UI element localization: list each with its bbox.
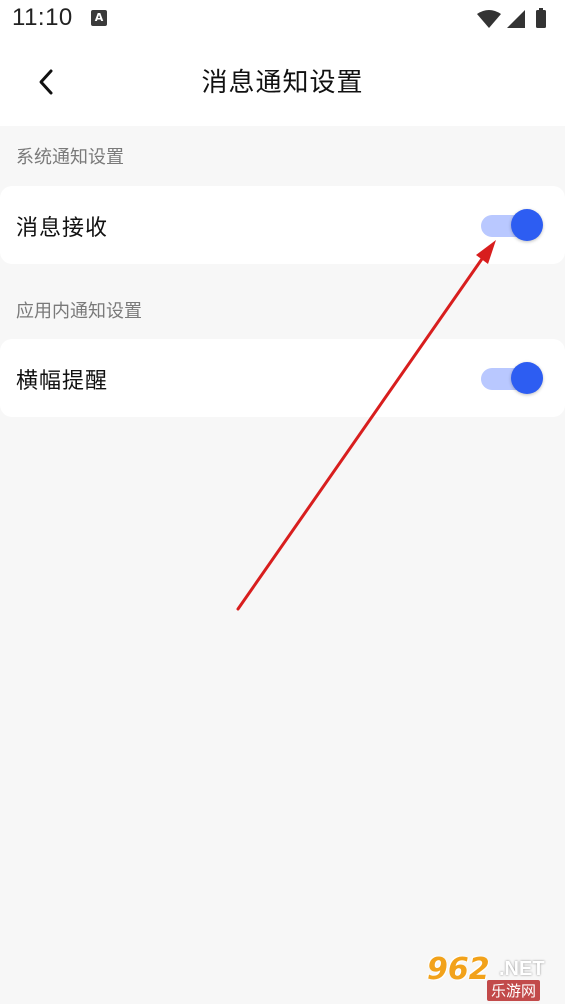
status-bar: 11:10 A	[0, 0, 565, 38]
signal-icon	[507, 10, 525, 28]
setting-row-banner-reminder: 横幅提醒	[0, 339, 565, 417]
banner-reminder-toggle[interactable]	[481, 361, 543, 395]
message-receive-toggle[interactable]	[481, 208, 543, 242]
setting-label: 横幅提醒	[16, 369, 109, 394]
watermark-sub: 乐游网	[487, 980, 541, 1001]
battery-icon	[536, 10, 546, 28]
setting-row-message-receive: 消息接收	[0, 186, 565, 264]
wifi-icon	[477, 10, 501, 28]
status-time: 11:10	[12, 4, 73, 31]
page-title: 消息通知设置	[201, 68, 364, 98]
watermark-suffix: .NET	[499, 958, 545, 980]
watermark-main: 962	[427, 952, 490, 987]
section-label-system: 系统通知设置	[16, 147, 124, 168]
setting-label: 消息接收	[16, 216, 109, 241]
notification-icon: A	[91, 10, 107, 26]
section-label-in-app: 应用内通知设置	[16, 301, 142, 322]
status-icons	[477, 8, 546, 28]
watermark-logo: 962 .NET 乐游网	[425, 952, 561, 1001]
toggle-thumb	[511, 209, 543, 241]
toggle-thumb	[511, 362, 543, 394]
app-header: 消息通知设置	[0, 38, 565, 126]
